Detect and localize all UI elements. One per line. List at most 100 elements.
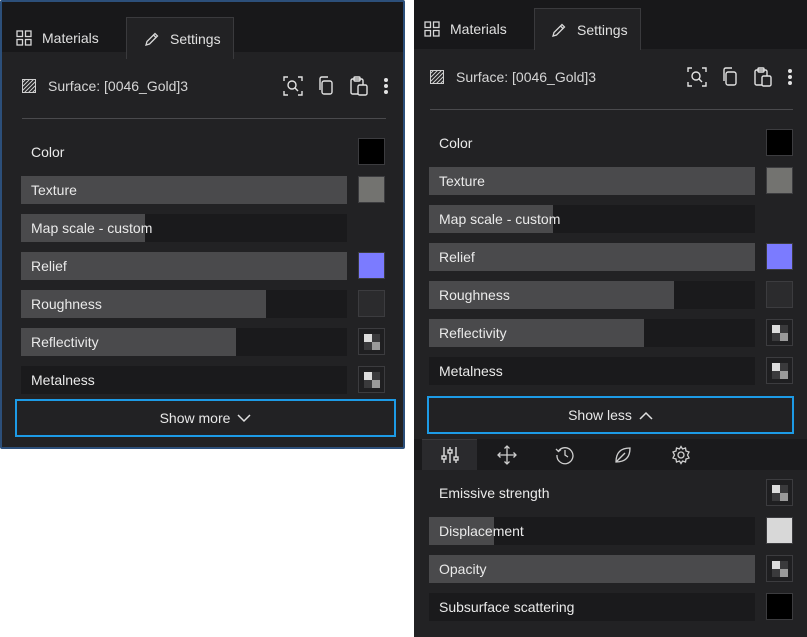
color-swatch[interactable]: [358, 252, 385, 279]
color-swatch[interactable]: [766, 593, 793, 620]
property-label: Roughness: [31, 296, 102, 312]
texture-map-slot[interactable]: [358, 366, 385, 393]
color-swatch[interactable]: [766, 243, 793, 270]
tab-settings-label: Settings: [170, 30, 221, 47]
texture-map-slot[interactable]: [358, 328, 385, 355]
property-slider[interactable]: [21, 138, 347, 166]
paste-button[interactable]: [753, 67, 773, 87]
show-less-button[interactable]: Show less: [427, 396, 794, 434]
more-options-button[interactable]: [787, 68, 793, 86]
clipboard-icon: [754, 67, 772, 87]
checker-cell: [772, 485, 780, 493]
tab-settings[interactable]: Settings: [534, 8, 641, 50]
paste-button[interactable]: [349, 76, 369, 96]
color-swatch[interactable]: [766, 517, 793, 544]
copy-icon: [319, 76, 333, 95]
checker-cell: [780, 333, 788, 341]
kebab-menu-icon: [384, 78, 388, 94]
chevron-down-icon: [237, 413, 251, 422]
checker-cell: [372, 334, 380, 342]
color-swatch[interactable]: [358, 290, 385, 317]
tab-settings[interactable]: Settings: [126, 17, 234, 59]
property-map-scale-custom: Map scale - custom: [429, 205, 794, 233]
checker-cell: [772, 333, 780, 341]
tab-settings-gear[interactable]: [653, 439, 708, 470]
texture-map-slot[interactable]: [766, 479, 793, 506]
property-metalness: Metalness: [21, 366, 386, 394]
tab-materials-label: Materials: [450, 21, 507, 37]
property-slider-fill: [21, 252, 347, 280]
tab-materials[interactable]: Materials: [16, 17, 126, 59]
tab-materials[interactable]: Materials: [424, 8, 534, 50]
property-opacity: Opacity: [429, 555, 794, 583]
property-subsurface-scattering: Subsurface scattering: [429, 593, 794, 621]
zoom-scan-icon: [687, 67, 707, 87]
checker-cell: [364, 334, 372, 342]
color-swatch[interactable]: [766, 167, 793, 194]
texture-map-slot[interactable]: [766, 357, 793, 384]
kebab-menu-icon: [788, 69, 792, 85]
property-reflectivity: Reflectivity: [429, 319, 794, 347]
copy-button[interactable]: [317, 76, 335, 96]
inspect-button[interactable]: [283, 76, 303, 96]
property-color: Color: [429, 129, 794, 157]
property-label: Roughness: [439, 287, 510, 303]
clipboard-icon: [350, 76, 368, 96]
checker-cell: [780, 569, 788, 577]
color-swatch[interactable]: [766, 129, 793, 156]
checker-cell: [780, 561, 788, 569]
checker-cell: [372, 342, 380, 350]
checker-cell: [772, 561, 780, 569]
material-panel-collapsed: Materials Settings Surface: [0046_Gold]3…: [0, 0, 405, 449]
surface-hatch-icon: [430, 70, 444, 84]
property-label: Metalness: [31, 372, 95, 388]
property-relief: Relief: [429, 243, 794, 271]
checker-cell: [772, 325, 780, 333]
leaf-icon: [614, 446, 631, 463]
checker-cell: [780, 371, 788, 379]
more-options-button[interactable]: [383, 77, 389, 95]
property-label: Map scale - custom: [439, 211, 561, 227]
property-slider[interactable]: [429, 129, 755, 157]
property-label: Reflectivity: [439, 325, 507, 341]
copy-icon: [723, 67, 737, 86]
copy-button[interactable]: [721, 67, 739, 87]
checker-cell: [780, 325, 788, 333]
surface-name: Surface: [0046_Gold]3: [48, 78, 189, 94]
checker-cell: [772, 371, 780, 379]
texture-map-slot[interactable]: [766, 555, 793, 582]
color-swatch[interactable]: [358, 176, 385, 203]
inspect-button[interactable]: [687, 67, 707, 87]
color-swatch[interactable]: [766, 281, 793, 308]
checker-cell: [364, 342, 372, 350]
tab-history[interactable]: [537, 439, 592, 470]
material-panel-expanded: Materials Settings Surface: [0046_Gold]3…: [414, 0, 807, 637]
texture-map-slot[interactable]: [766, 319, 793, 346]
property-label: Subsurface scattering: [439, 599, 575, 615]
tab-eco[interactable]: [595, 439, 650, 470]
move-icon: [496, 444, 517, 465]
header-divider: [22, 118, 386, 119]
property-label: Metalness: [439, 363, 503, 379]
property-label: Color: [439, 135, 473, 151]
property-slider-fill: [429, 243, 755, 271]
property-emissive-strength: Emissive strength: [429, 479, 794, 507]
color-swatch[interactable]: [358, 138, 385, 165]
grid-icon: [424, 21, 440, 37]
show-less-label: Show less: [568, 407, 632, 423]
property-label: Relief: [439, 249, 475, 265]
property-metalness: Metalness: [429, 357, 794, 385]
property-roughness: Roughness: [21, 290, 386, 318]
checker-cell: [372, 380, 380, 388]
pencil-icon: [552, 23, 566, 37]
tab-adjustments[interactable]: [422, 439, 477, 470]
surface-header: Surface: [0046_Gold]3: [430, 63, 793, 91]
tab-transform[interactable]: [479, 439, 534, 470]
property-label: Color: [31, 144, 65, 160]
show-more-button[interactable]: Show more: [15, 399, 396, 437]
checker-cell: [772, 493, 780, 501]
property-label: Map scale - custom: [31, 220, 153, 236]
checker-cell: [780, 363, 788, 371]
tab-settings-label: Settings: [577, 21, 628, 38]
property-label: Texture: [439, 173, 485, 189]
